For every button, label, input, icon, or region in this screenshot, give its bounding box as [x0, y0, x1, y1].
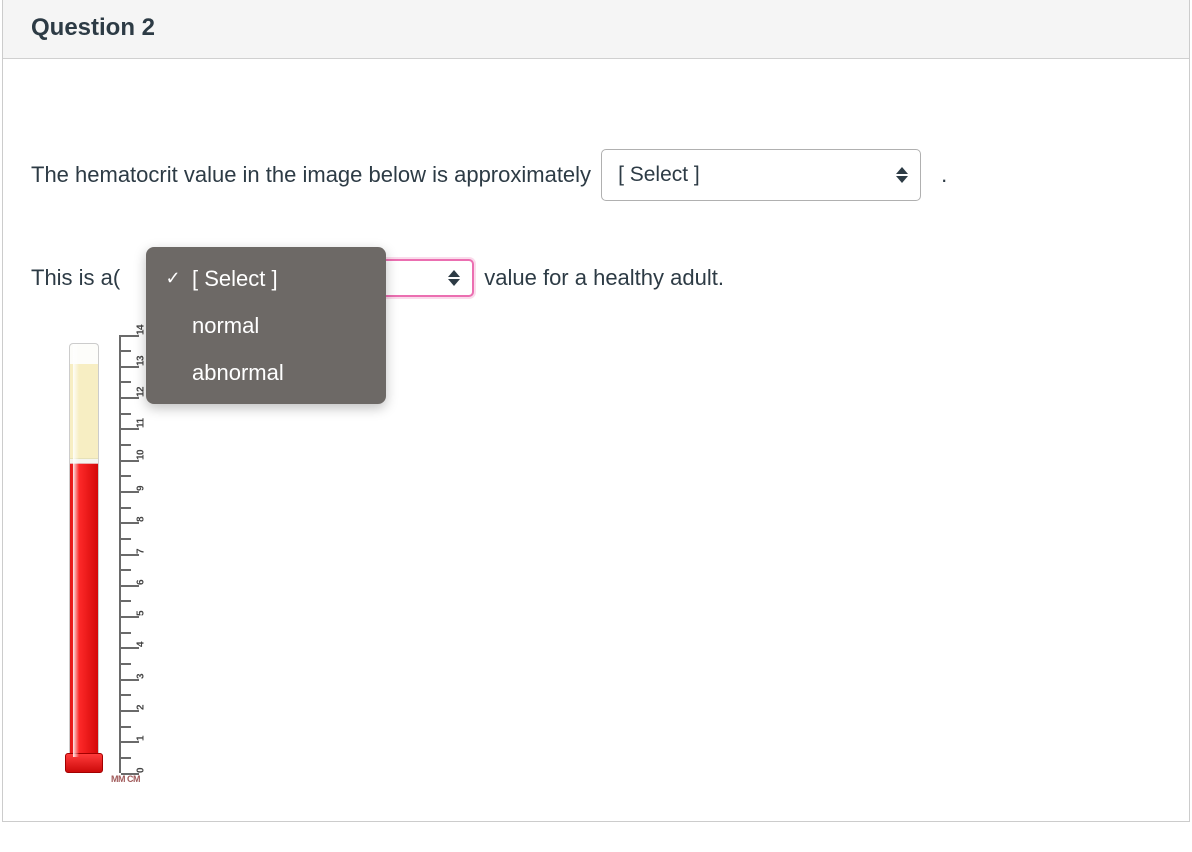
plasma-layer	[70, 364, 98, 458]
chevron-updown-icon	[896, 167, 908, 183]
ruler-tick-label: 1	[134, 736, 149, 741]
check-icon: ✓	[164, 265, 182, 292]
tube-cap	[65, 753, 103, 773]
ruler-tick-label: 10	[134, 450, 149, 460]
ruler-tick	[121, 741, 139, 743]
ruler-tick-minor	[121, 538, 131, 540]
ruler-tick	[121, 366, 139, 368]
ruler-tick	[121, 647, 139, 649]
ruler-tick-label: 5	[134, 611, 149, 616]
ruler-tick-minor	[121, 694, 131, 696]
ruler-tick	[121, 585, 139, 587]
ruler-tick-label: 9	[134, 486, 149, 491]
dropdown-option-label: normal	[192, 309, 259, 342]
sentence-2-text-before: This is a(	[31, 261, 120, 294]
ruler-tick	[121, 491, 139, 493]
ruler-tick-minor	[121, 507, 131, 509]
ruler-tick-minor	[121, 569, 131, 571]
ruler-tick-minor	[121, 413, 131, 415]
dropdown-option-select[interactable]: ✓ [ Select ]	[146, 255, 386, 302]
tube	[69, 343, 99, 773]
ruler-tick	[121, 710, 139, 712]
ruler-tick	[121, 428, 139, 430]
ruler-tick-minor	[121, 663, 131, 665]
question-title: Question 2	[31, 14, 1161, 42]
ruler-tick-minor	[121, 632, 131, 634]
ruler-tick-label: 11	[134, 419, 149, 429]
ruler-tick-minor	[121, 444, 131, 446]
sentence-1-period: .	[941, 158, 947, 191]
dropdown-popup: ✓ [ Select ] normal abnormal	[146, 247, 386, 404]
buffy-coat-layer	[70, 458, 98, 464]
question-body: The hematocrit value in the image below …	[3, 59, 1189, 831]
ruler-tick-minor	[121, 475, 131, 477]
question-header: Question 2	[3, 0, 1189, 59]
tube-body	[69, 343, 99, 757]
ruler-tick-minor	[121, 757, 131, 759]
ruler-tick-minor	[121, 726, 131, 728]
ruler-tick-minor	[121, 350, 131, 352]
question-container: Question 2 The hematocrit value in the i…	[2, 0, 1190, 822]
chevron-updown-icon	[448, 270, 460, 286]
ruler-tick	[121, 616, 139, 618]
dropdown-option-label: [ Select ]	[192, 262, 278, 295]
dropdown-option-label: abnormal	[192, 356, 284, 389]
sentence-1: The hematocrit value in the image below …	[31, 149, 1161, 201]
ruler-tick-label: 6	[134, 580, 149, 585]
ruler-tick-minor	[121, 600, 131, 602]
ruler-tick	[121, 522, 139, 524]
hematocrit-value-select[interactable]: [ Select ]	[601, 149, 921, 201]
sentence-1-text: The hematocrit value in the image below …	[31, 158, 591, 191]
sentence-2: This is a( value for a healthy adult. ✓ …	[31, 259, 1161, 297]
select-placeholder: [ Select ]	[618, 159, 700, 191]
ruler-tick-label: 4	[134, 642, 149, 647]
ruler-tick-label: 2	[134, 705, 149, 710]
ruler-tick-minor	[121, 381, 131, 383]
ruler-tick-label: 7	[134, 548, 149, 553]
dropdown-option-abnormal[interactable]: abnormal	[146, 349, 386, 396]
ruler-unit-label: MM CM	[111, 773, 140, 787]
rbc-layer	[70, 464, 98, 757]
ruler-tick	[121, 397, 139, 399]
sentence-2-text-after: value for a healthy adult.	[484, 261, 724, 294]
ruler-tick-label: 3	[134, 674, 149, 679]
dropdown-option-normal[interactable]: normal	[146, 302, 386, 349]
ruler-tick-label: 8	[134, 517, 149, 522]
